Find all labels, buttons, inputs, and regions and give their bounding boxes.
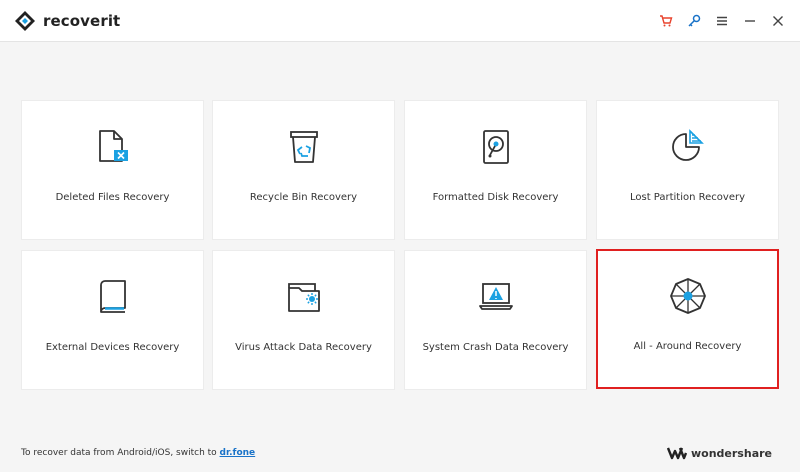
system-crash-icon <box>474 275 518 319</box>
register-key-button[interactable] <box>680 10 708 32</box>
card-label: Deleted Files Recovery <box>55 192 170 203</box>
menu-button[interactable] <box>708 10 736 32</box>
footer-text: To recover data from Android/iOS, switch… <box>21 448 220 458</box>
card-label: Lost Partition Recovery <box>629 192 746 203</box>
cart-icon <box>660 15 673 27</box>
virus-folder-icon <box>282 275 326 319</box>
virus-attack-data-recovery-card[interactable]: Virus Attack Data Recovery <box>212 250 395 390</box>
close-icon <box>773 16 783 26</box>
wondershare-brand: wondershare <box>667 444 772 462</box>
title-bar: recoverit <box>0 0 800 42</box>
app-title: recoverit <box>43 12 121 30</box>
external-devices-recovery-card[interactable]: External Devices Recovery <box>21 250 204 390</box>
brand-name: wondershare <box>691 446 772 460</box>
window-controls <box>652 10 792 32</box>
app-logo: recoverit <box>14 9 120 33</box>
minimize-button[interactable] <box>736 10 764 32</box>
formatted-disk-recovery-card[interactable]: Formatted Disk Recovery <box>404 100 587 240</box>
external-device-icon <box>91 275 135 319</box>
deleted-file-icon <box>91 125 135 169</box>
card-label: Recycle Bin Recovery <box>249 192 358 203</box>
menu-icon <box>717 16 727 26</box>
deleted-files-recovery-card[interactable]: Deleted Files Recovery <box>21 100 204 240</box>
recycle-bin-recovery-card[interactable]: Recycle Bin Recovery <box>212 100 395 240</box>
footer-note: To recover data from Android/iOS, switch… <box>21 448 255 458</box>
wondershare-logo-icon <box>667 447 687 460</box>
close-button[interactable] <box>764 10 792 32</box>
card-label: External Devices Recovery <box>45 342 180 353</box>
all-around-icon <box>666 274 710 318</box>
card-label: System Crash Data Recovery <box>422 342 569 353</box>
key-icon <box>688 14 701 27</box>
card-label: Formatted Disk Recovery <box>432 192 559 203</box>
formatted-disk-icon <box>474 125 518 169</box>
drfone-link[interactable]: dr.fone <box>220 448 256 458</box>
card-label: Virus Attack Data Recovery <box>235 342 372 353</box>
card-label: All - Around Recovery <box>633 341 742 352</box>
all-around-recovery-card[interactable]: All - Around Recovery <box>596 249 779 389</box>
system-crash-data-recovery-card[interactable]: System Crash Data Recovery <box>404 250 587 390</box>
recoverit-logo-icon <box>15 11 35 31</box>
lost-partition-recovery-card[interactable]: Lost Partition Recovery <box>596 100 779 240</box>
minimize-icon <box>745 20 755 22</box>
cart-button[interactable] <box>652 10 680 32</box>
recovery-mode-grid: Deleted Files Recovery Recycle Bin Recov… <box>21 100 780 390</box>
lost-partition-icon <box>666 125 710 169</box>
recycle-bin-icon <box>282 125 326 169</box>
